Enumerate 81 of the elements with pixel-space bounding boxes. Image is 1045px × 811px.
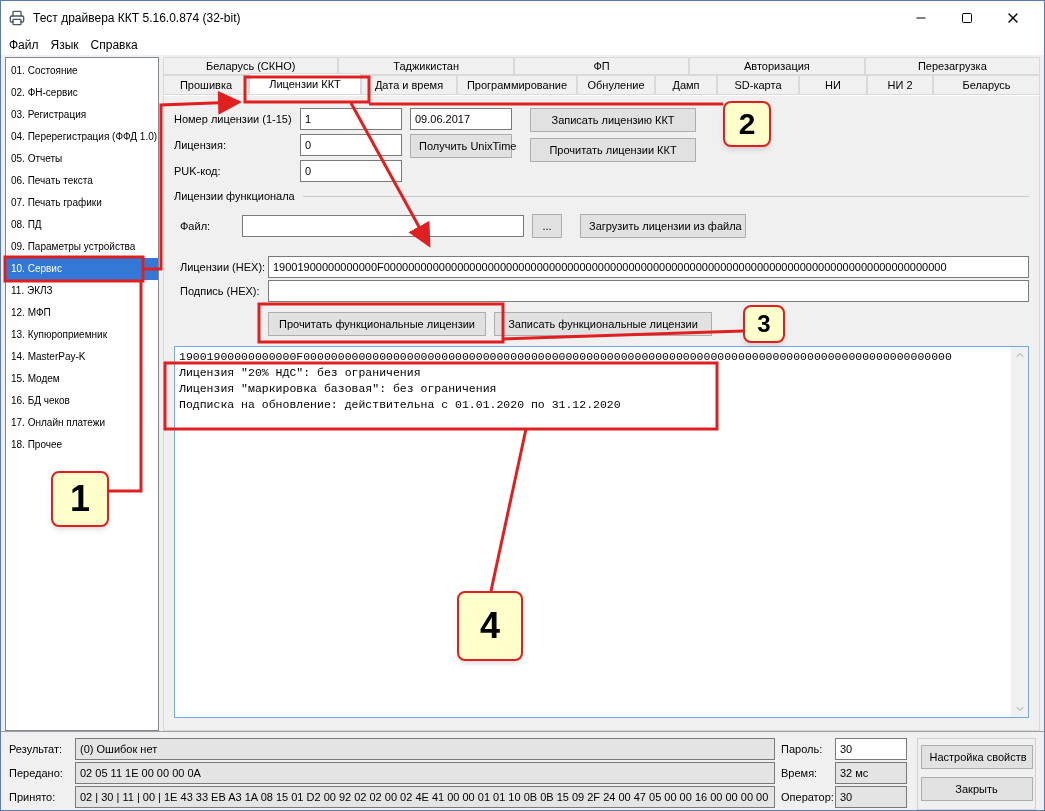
sidebar-item[interactable]: 07. Печать графики: [6, 192, 158, 214]
sidebar-item[interactable]: 03. Регистрация: [6, 104, 158, 126]
field-label: Лицензия:: [174, 137, 227, 153]
status-label: Результат:: [9, 741, 64, 757]
file-field[interactable]: [242, 215, 524, 237]
button[interactable]: Записать лицензию ККТ: [530, 108, 696, 132]
callout-number: 4: [457, 591, 523, 661]
sidebar-item[interactable]: 13. Купюроприемник: [6, 324, 158, 346]
printer-icon: [9, 10, 25, 26]
tab[interactable]: Дамп: [655, 75, 717, 95]
sidebar-item[interactable]: 18. Прочее: [6, 434, 158, 456]
status-label: Передано:: [9, 765, 64, 781]
button[interactable]: Прочитать лицензии ККТ: [530, 138, 696, 162]
hex-field[interactable]: 19001900000000000F00000000000000000000000000000000000000000000000000000000000000000000000000000000000000000000: [268, 256, 1029, 278]
callout-number: 1: [51, 471, 109, 527]
tab[interactable]: Авторизация: [689, 57, 865, 75]
button[interactable]: Настройка свойств: [920, 745, 1033, 769]
button[interactable]: Закрыть: [920, 777, 1033, 801]
load-button[interactable]: Загрузить лицензии из файла: [580, 214, 746, 238]
sidebar-item[interactable]: 11. ЭКЛЗ: [6, 280, 158, 302]
button[interactable]: Прочитать функциональные лицензии: [268, 312, 486, 336]
tab[interactable]: НИ 2: [867, 75, 933, 95]
window-title: Тест драйвера ККТ 5.16.0.874 (32-bit): [33, 10, 241, 27]
sidebar-item[interactable]: 05. Отчеты: [6, 148, 158, 170]
status-label: Оператор:: [781, 789, 835, 805]
status-field[interactable]: 02 | 30 | 11 | 00 | 1E 43 33 EB A3 1A 08 15 01 D2 00 92 02 02 00 02 4E 41 00 00 01 01 10 0B 0B 15 09 2F 24 00 47 05 00 00 16 00 00 00 00: [75, 786, 775, 808]
sidebar-item[interactable]: 17. Онлайн платежи: [6, 412, 158, 434]
tab[interactable]: Беларусь: [933, 75, 1040, 95]
tab[interactable]: Беларусь (СКНО): [163, 57, 339, 75]
browse-button[interactable]: ...: [532, 214, 562, 238]
menu-item[interactable]: Файл: [9, 36, 39, 54]
field-label: Лицензии (HEX):: [180, 259, 266, 275]
status-label: Принято:: [9, 789, 57, 805]
sidebar-item[interactable]: 08. ПД: [6, 214, 158, 236]
callout-number: 3: [743, 305, 785, 343]
tab[interactable]: Обнуление: [577, 75, 655, 95]
field-label: PUK-код:: [174, 163, 222, 179]
sidebar-item[interactable]: 02. ФН-сервис: [6, 82, 158, 104]
sidebar-item[interactable]: 01. Состояние: [6, 60, 158, 82]
text-field[interactable]: 0: [300, 134, 402, 156]
output-line: Подписка на обновление: действительна с 01.01.2020 по 31.12.2020: [179, 397, 622, 413]
status-field[interactable]: (0) Ошибок нет: [75, 738, 775, 760]
sidebar-item[interactable]: 14. MasterPay-K: [6, 346, 158, 368]
output-line: Лицензия "20% НДС": без ограничения: [179, 365, 422, 381]
output-area[interactable]: [174, 346, 1029, 718]
sidebar-item[interactable]: 04. Перерегистрация (ФФД 1.0): [6, 126, 158, 148]
tab[interactable]: Прошивка: [163, 75, 249, 95]
date-field[interactable]: 09.06.2017: [410, 108, 512, 130]
status-field[interactable]: 02 05 11 1E 00 00 00 0A: [75, 762, 775, 784]
status-label: Пароль:: [781, 741, 824, 757]
output-line: 19001900000000000F0000000000000000000000000000000000000000000000000000000000000000000000000000000000000000000000: [179, 349, 953, 365]
callout-number: 2: [723, 101, 771, 147]
tab[interactable]: Перезагрузка: [864, 57, 1041, 75]
menu-item[interactable]: Справка: [90, 36, 138, 54]
output-line: Лицензия "маркировка базовая": без ограничения: [179, 381, 498, 397]
status-field[interactable]: 30: [835, 738, 907, 760]
tab[interactable]: Лицензии ККТ: [249, 73, 361, 95]
menu-item[interactable]: Язык: [50, 36, 79, 54]
sidebar-item[interactable]: 16. БД чеков: [6, 390, 158, 412]
text-field[interactable]: 0: [300, 160, 402, 182]
status-label: Время:: [781, 765, 819, 781]
tab[interactable]: Дата и время: [361, 75, 457, 95]
status-field[interactable]: 32 мс: [835, 762, 907, 784]
field-label: Файл:: [180, 218, 212, 234]
sidebar-item[interactable]: 09. Параметры устройства: [6, 236, 158, 258]
status-field[interactable]: 30: [835, 786, 907, 808]
signature-field[interactable]: [268, 280, 1029, 302]
tab[interactable]: Таджикистан: [338, 57, 514, 75]
maximize-icon: [961, 12, 973, 24]
sidebar-item[interactable]: 06. Печать текста: [6, 170, 158, 192]
tab[interactable]: НИ: [799, 75, 867, 95]
field-label: Подпись (HEX):: [180, 283, 261, 299]
group-title: Лицензии функционала: [174, 188, 295, 204]
tab[interactable]: ФП: [513, 57, 690, 75]
sidebar-item[interactable]: 12. МФП: [6, 302, 158, 324]
field-label: Номер лицензии (1-15): [174, 111, 293, 127]
tab[interactable]: SD-карта: [717, 75, 799, 95]
button[interactable]: Записать функциональные лицензии: [494, 312, 712, 336]
tab[interactable]: Программирование: [457, 75, 577, 95]
text-field[interactable]: 1: [300, 108, 402, 130]
sidebar-item[interactable]: 15. Модем: [6, 368, 158, 390]
